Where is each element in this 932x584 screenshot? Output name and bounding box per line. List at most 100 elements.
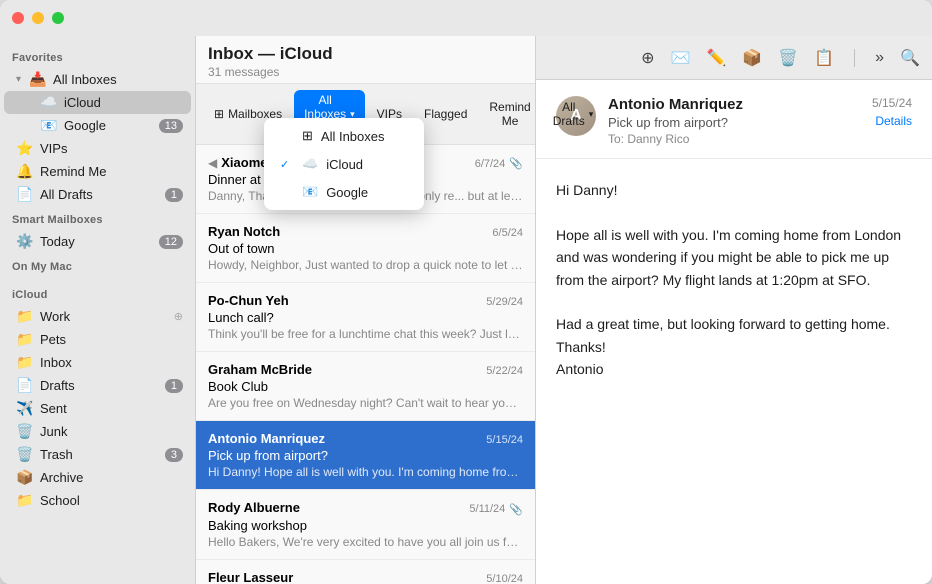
google-dropdown-icon: 📧 [302, 184, 318, 200]
drafts-badge: 1 [165, 379, 183, 393]
tab-flagged-label: Flagged [424, 107, 467, 121]
trash-icon: 🗑️ [16, 446, 34, 463]
sidebar-item-label: School [40, 493, 183, 508]
sidebar-item-trash[interactable]: 🗑️ Trash 3 [4, 443, 191, 466]
email-preview-2: Howdy, Neighbor, Just wanted to drop a q… [208, 258, 523, 272]
mailboxes-grid-icon: ⊞ [214, 107, 224, 121]
inbox-folder-icon: 📁 [16, 354, 34, 371]
detail-sender-name: Antonio Manriquez [608, 96, 860, 113]
drafts-folder-icon: 📄 [16, 377, 34, 394]
close-button[interactable] [12, 12, 24, 24]
compose-icon[interactable]: ⊕ [641, 48, 654, 68]
sidebar-item-school[interactable]: 📁 School [4, 489, 191, 512]
email-body: Hi Danny! Hope all is well with you. I'm… [536, 159, 932, 401]
new-message-icon[interactable]: ✉️ [671, 48, 691, 68]
attachment-icon-1: 📎 [509, 157, 523, 170]
email-date-1: 6/7/24 [475, 158, 506, 170]
move-icon[interactable]: 📋 [814, 48, 834, 68]
sidebar-item-google[interactable]: 📧 Google 13 [4, 114, 191, 137]
overflow-icon[interactable]: » [875, 49, 884, 67]
back-arrow-icon: ◀ [208, 156, 217, 170]
all-inboxes-dropdown-icon: ⊞ [302, 128, 313, 144]
email-sender-3: Po-Chun Yeh [208, 293, 289, 308]
inbox-title: Inbox — iCloud [208, 44, 523, 64]
sidebar-item-all-drafts[interactable]: 📄 All Drafts 1 [4, 183, 191, 206]
icloud-section-title: iCloud [0, 281, 195, 305]
trash-tool-icon[interactable]: 🗑️ [778, 48, 798, 68]
sidebar-item-work[interactable]: 📁 Work ⊕ [4, 305, 191, 328]
add-mailbox-icon[interactable]: ⊕ [174, 310, 183, 323]
sidebar-item-label: Drafts [40, 378, 159, 393]
dropdown-all-inboxes[interactable]: ⊞ All Inboxes [268, 122, 420, 150]
sidebar-item-sent[interactable]: ✈️ Sent [4, 397, 191, 420]
email-item-7[interactable]: Fleur Lasseur 5/10/24 Soccer jerseys Are… [196, 560, 535, 584]
google-icon: 📧 [40, 117, 58, 134]
tab-all-drafts[interactable]: All Drafts ▾ [543, 97, 604, 131]
vips-icon: ⭐ [16, 140, 34, 157]
email-item-2[interactable]: Ryan Notch 6/5/24 Out of town Howdy, Nei… [196, 214, 535, 283]
body-line-2: Hope all is well with you. I'm coming ho… [556, 224, 912, 291]
email-date-4: 5/22/24 [486, 365, 523, 377]
sidebar-item-archive[interactable]: 📦 Archive [4, 466, 191, 489]
sidebar-item-label: Work [40, 309, 168, 324]
reply-icon[interactable]: ✏️ [706, 48, 726, 68]
detail-to: To: Danny Rico [608, 132, 860, 146]
sidebar-item-vips[interactable]: ⭐ VIPs [4, 137, 191, 160]
sidebar-item-icloud-fav[interactable]: ☁️ iCloud [4, 91, 191, 114]
sidebar-item-label: Archive [40, 470, 183, 485]
search-icon[interactable]: 🔍 [900, 48, 920, 68]
sidebar-item-drafts[interactable]: 📄 Drafts 1 [4, 374, 191, 397]
sidebar-item-label: Today [40, 234, 153, 249]
dropdown-google-label: Google [326, 185, 368, 200]
sidebar-item-label: Google [64, 118, 153, 133]
tab-bar: ⊞ Mailboxes All Inboxes - iCloud ▾ VIPs … [196, 84, 535, 145]
maximize-button[interactable] [52, 12, 64, 24]
dropdown-icloud-label: iCloud [326, 157, 363, 172]
sidebar-item-label: Junk [40, 424, 183, 439]
tab-remind-me-label: Remind Me [489, 100, 530, 128]
email-item-6[interactable]: Rody Albuerne 5/11/24 📎 Baking workshop … [196, 490, 535, 560]
sidebar-item-all-inboxes[interactable]: ▾ 📥 All Inboxes [4, 68, 191, 91]
detail-toolbar: ⊕ ✉️ ✏️ 📦 🗑️ 📋 » 🔍 [536, 36, 932, 80]
dropdown-all-inboxes-label: All Inboxes [321, 129, 385, 144]
email-subject-6: Baking workshop [208, 518, 523, 533]
tab-all-drafts-label: All Drafts [553, 100, 585, 128]
sidebar-item-label: All Drafts [40, 187, 159, 202]
email-date-2: 6/5/24 [492, 227, 523, 239]
work-folder-icon: 📁 [16, 308, 34, 325]
details-link[interactable]: Details [875, 114, 912, 128]
email-sender-2: Ryan Notch [208, 224, 280, 239]
sent-icon: ✈️ [16, 400, 34, 417]
email-preview-4: Are you free on Wednesday night? Can't w… [208, 396, 523, 410]
sidebar-item-label: Pets [40, 332, 183, 347]
tab-flagged[interactable]: Flagged [414, 104, 477, 124]
dropdown-icloud[interactable]: ✓ ☁️ iCloud [268, 150, 420, 178]
email-subject-4: Book Club [208, 379, 523, 394]
favorites-section-title: Favorites [0, 44, 195, 68]
email-item-4[interactable]: Graham McBride 5/22/24 Book Club Are you… [196, 352, 535, 421]
dropdown-google[interactable]: 📧 Google [268, 178, 420, 206]
email-date-3: 5/29/24 [486, 296, 523, 308]
google-badge: 13 [159, 119, 183, 133]
sidebar-item-inbox[interactable]: 📁 Inbox [4, 351, 191, 374]
sidebar-item-remind-me[interactable]: 🔔 Remind Me [4, 160, 191, 183]
email-item-5[interactable]: Antonio Manriquez 5/15/24 Pick up from a… [196, 421, 535, 490]
sidebar-item-label: Sent [40, 401, 183, 416]
all-drafts-badge: 1 [165, 188, 183, 202]
disclosure-arrow: ▾ [16, 74, 21, 85]
sidebar-item-pets[interactable]: 📁 Pets [4, 328, 191, 351]
body-signature: Antonio [556, 358, 912, 380]
email-item-3[interactable]: Po-Chun Yeh 5/29/24 Lunch call? Think yo… [196, 283, 535, 352]
email-sender-6: Rody Albuerne [208, 500, 300, 515]
icloud-dropdown-icon: ☁️ [302, 156, 318, 172]
sidebar-item-label: VIPs [40, 141, 183, 156]
email-subject-5: Pick up from airport? [208, 448, 523, 463]
archive-tool-icon[interactable]: 📦 [742, 48, 762, 68]
sidebar-item-today[interactable]: ⚙️ Today 12 [4, 230, 191, 253]
tab-remind-me[interactable]: Remind Me [479, 97, 540, 131]
pets-folder-icon: 📁 [16, 331, 34, 348]
minimize-button[interactable] [32, 12, 44, 24]
icloud-fav-icon: ☁️ [40, 94, 58, 111]
email-date-5: 5/15/24 [486, 434, 523, 446]
sidebar-item-junk[interactable]: 🗑️ Junk [4, 420, 191, 443]
